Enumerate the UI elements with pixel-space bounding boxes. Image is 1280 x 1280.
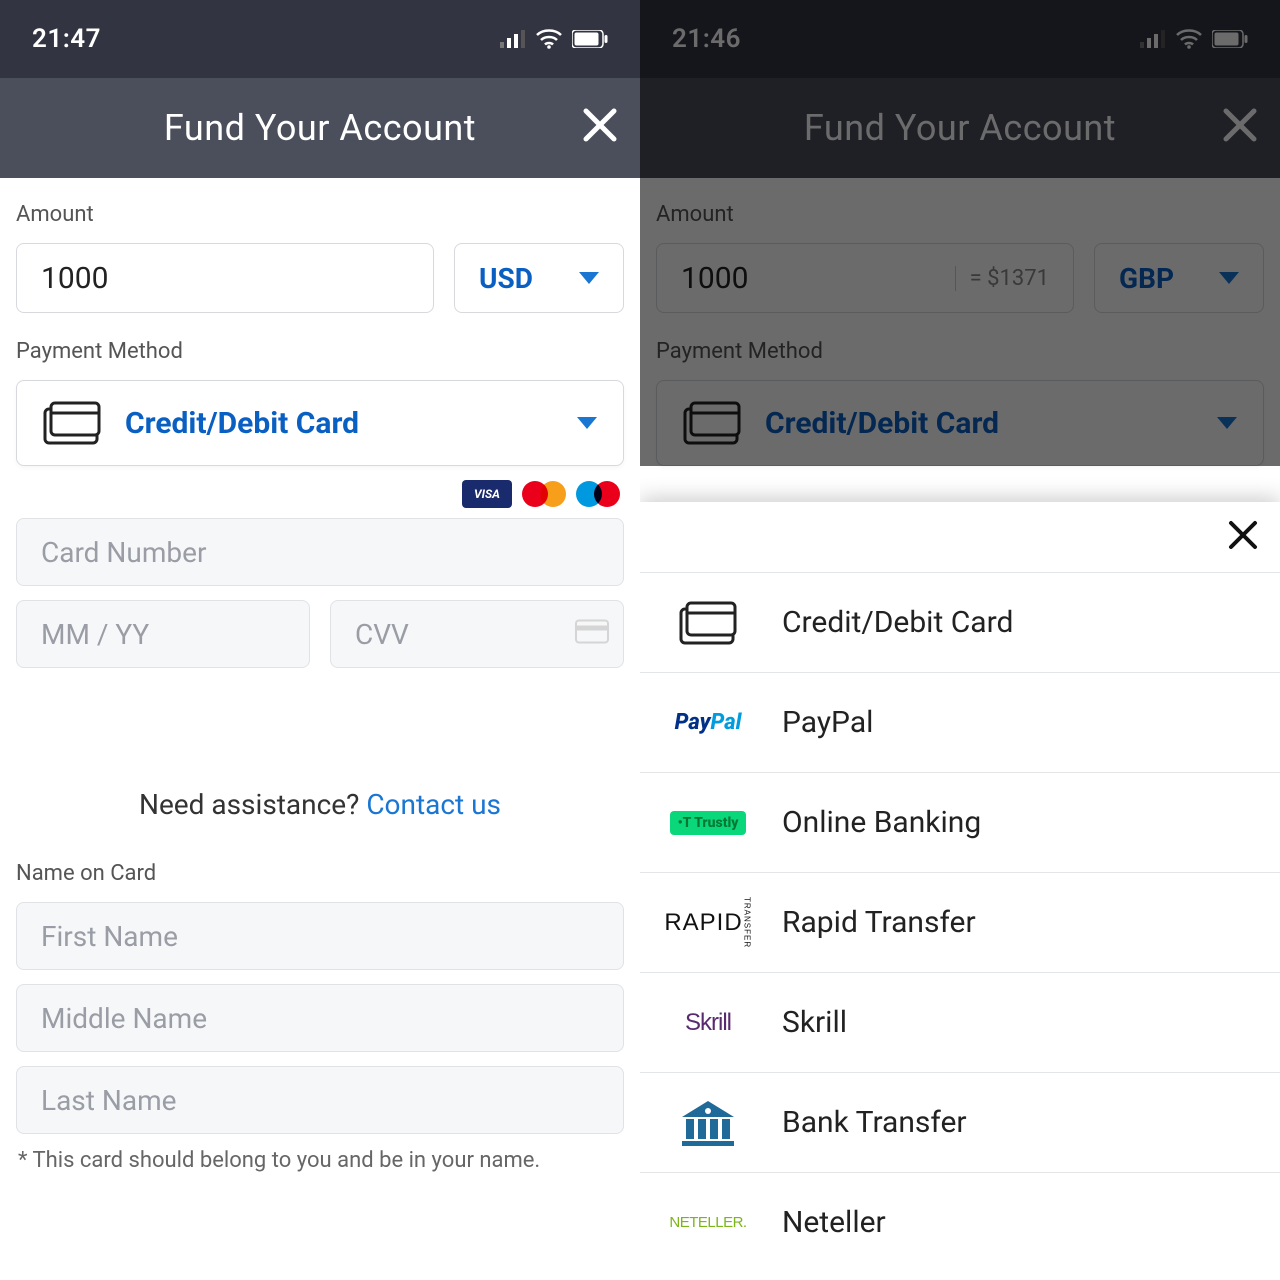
- option-neteller[interactable]: NETELLER. Neteller: [640, 1172, 1280, 1272]
- currency-select[interactable]: USD: [454, 243, 624, 313]
- title-bar: Fund Your Account: [0, 78, 640, 178]
- card-number-input[interactable]: Card Number: [16, 518, 624, 586]
- credit-card-icon: [660, 598, 756, 648]
- chevron-down-icon: [579, 272, 599, 284]
- expiry-placeholder: MM / YY: [41, 618, 149, 651]
- assistance-text: Need assistance? Contact us: [16, 788, 624, 821]
- status-bar: 21:47: [0, 0, 640, 78]
- background-dimmed: 21:46 Fund Your Account Amount 1000: [640, 0, 1280, 466]
- option-credit-card[interactable]: Credit/Debit Card: [640, 572, 1280, 672]
- option-paypal[interactable]: PayPal PayPal: [640, 672, 1280, 772]
- payment-method-value: Credit/Debit Card: [125, 406, 359, 441]
- trustly-icon: •T Trustly: [660, 798, 756, 848]
- wifi-icon: [536, 29, 562, 49]
- currency-value: GBP: [1119, 262, 1174, 295]
- option-label: Credit/Debit Card: [782, 605, 1013, 640]
- option-label: Online Banking: [782, 805, 981, 840]
- close-icon: [582, 107, 618, 143]
- cellular-icon: [500, 30, 526, 48]
- option-label: PayPal: [782, 705, 873, 740]
- chevron-down-icon: [1217, 417, 1237, 429]
- close-icon: [1222, 107, 1258, 143]
- payment-method-select[interactable]: Credit/Debit Card: [656, 380, 1264, 466]
- credit-card-icon: [43, 401, 101, 445]
- payment-method-label: Payment Method: [656, 339, 1264, 364]
- status-bar: 21:46: [640, 0, 1280, 78]
- expiry-input[interactable]: MM / YY: [16, 600, 310, 668]
- name-on-card-label: Name on Card: [16, 861, 624, 886]
- form-content: Amount 1000 = $1371 GBP Payment Method C…: [640, 178, 1280, 466]
- rapid-transfer-icon: RAPIDTRANSFER: [660, 898, 756, 948]
- screen-fund-form: 21:47 Fund Your Account Amount 1000 USD: [0, 0, 640, 1280]
- option-online-banking[interactable]: •T Trustly Online Banking: [640, 772, 1280, 872]
- last-name-input[interactable]: Last Name: [16, 1066, 624, 1134]
- close-button[interactable]: [582, 106, 618, 150]
- amount-value: 1000: [681, 261, 748, 296]
- option-label: Skrill: [782, 1005, 847, 1040]
- card-number-placeholder: Card Number: [41, 536, 206, 569]
- credit-card-icon: [683, 401, 741, 445]
- status-time: 21:46: [672, 24, 741, 54]
- payment-method-select[interactable]: Credit/Debit Card: [16, 380, 624, 466]
- option-bank-transfer[interactable]: Bank Transfer: [640, 1072, 1280, 1172]
- battery-icon: [572, 30, 608, 48]
- close-button[interactable]: [1222, 106, 1258, 150]
- mastercard-icon: [522, 480, 566, 508]
- cellular-icon: [1140, 30, 1166, 48]
- chevron-down-icon: [1219, 272, 1239, 284]
- status-time: 21:47: [32, 24, 101, 54]
- amount-value: 1000: [41, 261, 108, 296]
- status-icons: [500, 29, 608, 49]
- cvv-placeholder: CVV: [355, 618, 409, 651]
- option-skrill[interactable]: Skrill Skrill: [640, 972, 1280, 1072]
- card-ownership-footnote: * This card should belong to you and be …: [16, 1148, 624, 1173]
- middle-name-input[interactable]: Middle Name: [16, 984, 624, 1052]
- contact-us-link[interactable]: Contact us: [366, 788, 501, 821]
- paypal-icon: PayPal: [660, 698, 756, 748]
- payment-method-value: Credit/Debit Card: [765, 406, 999, 441]
- form-content: Amount 1000 USD Payment Method Credit/De…: [0, 178, 640, 1173]
- option-label: Rapid Transfer: [782, 905, 976, 940]
- page-title: Fund Your Account: [804, 107, 1116, 149]
- cvv-card-icon: [575, 618, 609, 651]
- payment-method-label: Payment Method: [16, 339, 624, 364]
- amount-input[interactable]: 1000 = $1371: [656, 243, 1074, 313]
- sheet-close-button[interactable]: [1228, 517, 1258, 557]
- close-icon: [1228, 520, 1258, 550]
- payment-method-sheet: Credit/Debit Card PayPal PayPal •T Trust…: [640, 502, 1280, 1280]
- skrill-icon: Skrill: [660, 998, 756, 1048]
- first-name-input[interactable]: First Name: [16, 902, 624, 970]
- battery-icon: [1212, 30, 1248, 48]
- currency-value: USD: [479, 262, 533, 295]
- screen-payment-options: 21:46 Fund Your Account Amount 1000: [640, 0, 1280, 1280]
- option-label: Bank Transfer: [782, 1105, 967, 1140]
- currency-select[interactable]: GBP: [1094, 243, 1264, 313]
- maestro-icon: [576, 480, 620, 508]
- amount-input[interactable]: 1000: [16, 243, 434, 313]
- neteller-icon: NETELLER.: [660, 1198, 756, 1248]
- amount-conversion: = $1371: [955, 266, 1049, 291]
- amount-label: Amount: [656, 202, 1264, 227]
- chevron-down-icon: [577, 417, 597, 429]
- bank-icon: [660, 1098, 756, 1148]
- status-icons: [1140, 29, 1248, 49]
- amount-label: Amount: [16, 202, 624, 227]
- title-bar: Fund Your Account: [640, 78, 1280, 178]
- wifi-icon: [1176, 29, 1202, 49]
- option-label: Neteller: [782, 1205, 886, 1240]
- card-brands: VISA: [16, 480, 620, 508]
- option-rapid-transfer[interactable]: RAPIDTRANSFER Rapid Transfer: [640, 872, 1280, 972]
- page-title: Fund Your Account: [164, 107, 476, 149]
- cvv-input[interactable]: CVV: [330, 600, 624, 668]
- visa-icon: VISA: [462, 480, 512, 508]
